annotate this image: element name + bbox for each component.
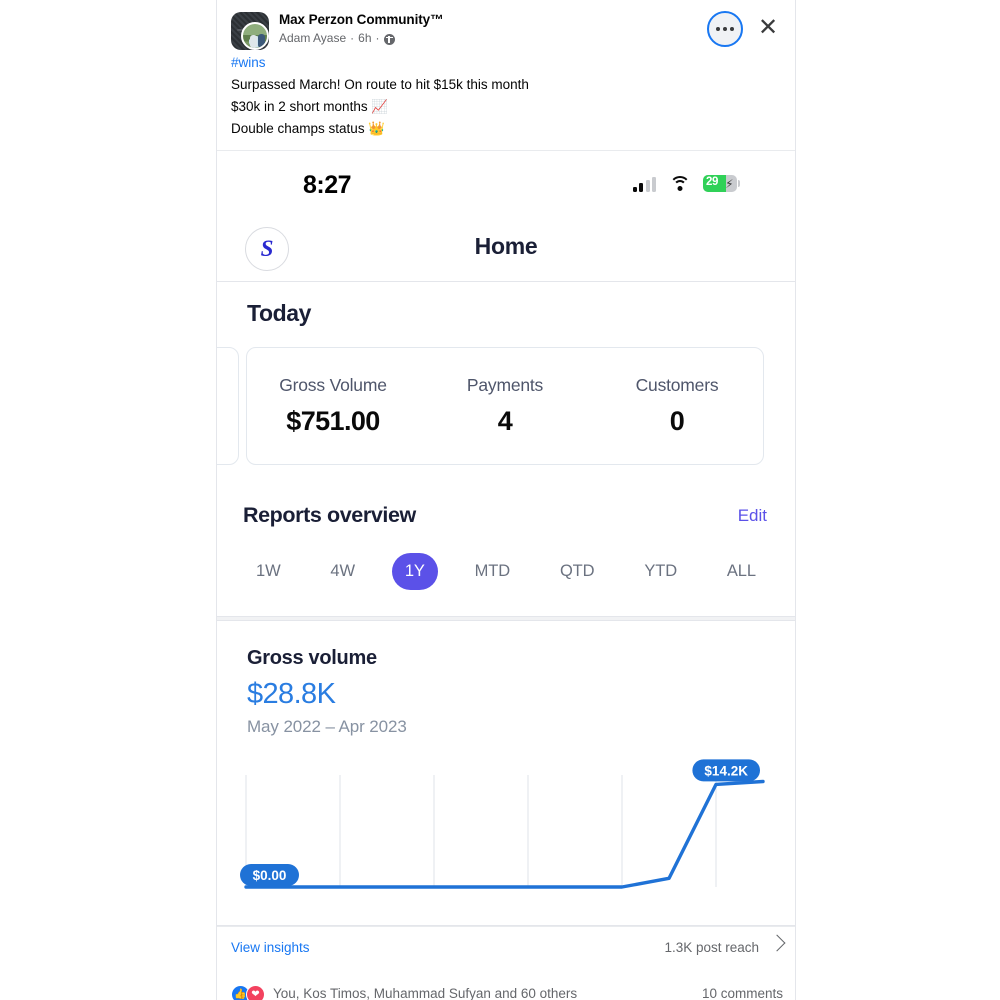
metric-value: 0	[669, 406, 685, 436]
wifi-dot	[677, 185, 682, 191]
avatar[interactable]	[231, 12, 269, 50]
metric-gross-volume: Gross Volume $751.00	[247, 375, 419, 437]
tab-1w[interactable]: 1W	[243, 553, 294, 590]
cellular-signal-icon	[632, 177, 656, 192]
today-heading: Today	[247, 300, 312, 326]
tab-1y[interactable]: 1Y	[391, 553, 438, 590]
chart-bottom-divider	[217, 925, 795, 926]
reports-overview-section: Reports overview Edit 1W 4W 1Y MTD QTD Y…	[217, 491, 795, 616]
signal-bar-4	[652, 177, 656, 192]
post-author-block: Max Perzon Community™ Adam Ayase · 6h ·	[279, 11, 444, 46]
metric-card-today[interactable]: Gross Volume $751.00 Payments 4 Customer…	[246, 347, 764, 465]
embedded-screenshot: 8:27 29 ⚡ S Home Today Gross Volume $751…	[217, 151, 795, 926]
metric-card-previous[interactable]	[217, 347, 239, 465]
metric-label: Gross Volume	[279, 375, 387, 395]
post-body: #wins Surpassed March! On route to hit $…	[231, 52, 781, 140]
metric-label: Customers	[635, 375, 719, 395]
love-icon: ❤	[246, 985, 265, 1000]
hashtag-link[interactable]: #wins	[231, 52, 781, 74]
range-tab-row: 1W 4W 1Y MTD QTD YTD ALL	[217, 553, 795, 590]
ellipsis-dot-3	[730, 27, 734, 31]
signal-bar-2	[639, 183, 643, 192]
facebook-post-card: Max Perzon Community™ Adam Ayase · 6h · …	[216, 0, 796, 1000]
battery-charging-icon: 29 ⚡	[703, 175, 740, 192]
metric-value: 4	[497, 406, 513, 436]
globe-icon	[383, 33, 395, 45]
post-reach-label: 1.3K post reach	[664, 940, 759, 955]
metric-customers: Customers 0	[591, 375, 763, 437]
battery-percent: 29	[706, 176, 718, 188]
svg-text:$0.00: $0.00	[253, 868, 287, 883]
page-name[interactable]: Max Perzon Community™	[279, 11, 444, 28]
post-line-3: Double champs status 👑	[231, 121, 386, 136]
metric-label: Payments	[466, 375, 544, 395]
post-header: Max Perzon Community™ Adam Ayase · 6h · …	[217, 0, 795, 150]
chart-total-value: $28.8K	[247, 678, 336, 710]
chart-annotation: $14.2K	[692, 759, 760, 782]
comments-count[interactable]: 10 comments	[702, 986, 783, 1000]
chart-line	[244, 779, 765, 889]
post-footer: View insights 1.3K post reach 👍 ❤ You, K…	[217, 927, 795, 1000]
line-chart-plot[interactable]: $0.00 $14.2K	[217, 757, 795, 903]
ellipsis-icon[interactable]	[707, 11, 743, 47]
reports-header: Reports overview Edit	[217, 503, 795, 537]
view-insights-link[interactable]: View insights	[231, 940, 310, 955]
tab-all[interactable]: ALL	[714, 553, 769, 590]
chevron-right-icon[interactable]	[768, 934, 786, 952]
tab-ytd[interactable]: YTD	[631, 553, 690, 590]
reactions-row: 👍 ❤ You, Kos Timos, Muhammad Sufyan and …	[217, 973, 795, 1000]
close-icon[interactable]: ✕	[753, 13, 783, 43]
edit-button[interactable]: Edit	[738, 506, 767, 526]
insights-row: View insights 1.3K post reach	[217, 927, 795, 973]
meta-dot-1: ·	[350, 31, 355, 45]
author-name[interactable]: Adam Ayase	[279, 30, 346, 46]
reports-heading: Reports overview	[243, 503, 416, 527]
status-clock: 8:27	[303, 171, 352, 199]
post-line-2: $30k in 2 short months 📈	[231, 99, 389, 114]
post-time: 6h	[358, 31, 372, 45]
ellipsis-dot-2	[723, 27, 727, 31]
metric-payments: Payments 4	[419, 375, 591, 437]
chart-svg: $0.00 $14.2K	[240, 759, 765, 889]
charging-bolt-icon: ⚡	[725, 176, 734, 191]
svg-text:$14.2K: $14.2K	[704, 763, 748, 778]
reaction-icons[interactable]: 👍 ❤	[231, 985, 265, 1000]
wifi-icon	[669, 176, 690, 192]
metric-card-carousel[interactable]: Gross Volume $751.00 Payments 4 Customer…	[217, 347, 795, 465]
tab-4w[interactable]: 4W	[317, 553, 368, 590]
post-meta: Adam Ayase · 6h ·	[279, 30, 443, 46]
battery-tip	[738, 180, 740, 187]
app-navbar: S Home	[217, 223, 795, 281]
today-section: Today Gross Volume $751.00 Payments 4 Cu…	[217, 282, 795, 491]
ellipsis-dot-1	[716, 27, 720, 31]
signal-bar-3	[645, 180, 650, 192]
chart-title: Gross volume	[247, 647, 377, 669]
author-avatar-icon	[241, 22, 269, 50]
chart-annotation: $0.00	[240, 864, 299, 886]
status-indicators: 29 ⚡	[632, 175, 740, 192]
meta-dot-2: ·	[375, 31, 380, 45]
post-line-1: Surpassed March! On route to hit $15k th…	[231, 77, 529, 92]
metric-value: $751.00	[286, 406, 380, 436]
tab-mtd[interactable]: MTD	[462, 553, 523, 590]
signal-bar-1	[632, 187, 637, 192]
status-bar: 8:27 29 ⚡	[217, 151, 795, 223]
page-title: Home	[474, 233, 538, 259]
reaction-summary[interactable]: You, Kos Timos, Muhammad Sufyan and 60 o…	[273, 986, 577, 1000]
tab-qtd[interactable]: QTD	[547, 553, 608, 590]
gross-volume-chart-section: Gross volume $28.8K May 2022 – Apr 2023 …	[217, 621, 795, 925]
chart-date-range: May 2022 – Apr 2023	[247, 717, 407, 736]
